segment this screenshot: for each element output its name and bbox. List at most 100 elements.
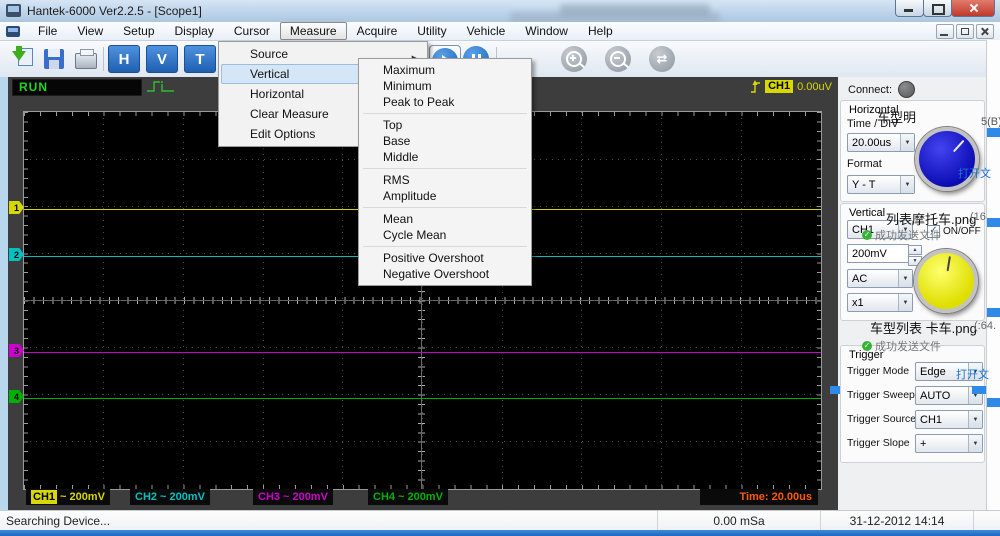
mdi-restore-button[interactable] (956, 24, 974, 39)
channel-readout-ch2[interactable]: CH2~200mV (130, 489, 210, 505)
h-button-label: H (108, 45, 140, 73)
vertical-submenu: MaximumMinimumPeak to Peak TopBaseMiddle R… (358, 58, 532, 286)
run-status: RUN (13, 80, 141, 94)
channel-marker-ch3[interactable]: 3 (9, 344, 24, 357)
channel-marker-ch4[interactable]: 4 (9, 390, 24, 403)
app-icon (6, 4, 21, 17)
menu-item-window[interactable]: Window (515, 22, 578, 40)
grid-line (24, 394, 821, 395)
close-icon (969, 3, 979, 13)
volts-div-stepper[interactable]: 200mV ▲▼ (847, 244, 909, 263)
trace-ch4 (24, 398, 821, 399)
minimize-button[interactable] (895, 0, 924, 17)
background-progress-bar (987, 398, 1000, 407)
mdi-window-controls (936, 24, 994, 39)
coupling-icon: ~ (398, 491, 404, 503)
channel-marker-ch2[interactable]: 2 (9, 248, 24, 261)
trigger-source-select[interactable]: CH1 ▼ (915, 410, 983, 429)
close-button[interactable] (951, 0, 995, 17)
window-title: Hantek-6000 Ver2.2.5 - [Scope1] (27, 4, 202, 18)
background-window-text: ✓成功发送文件 (862, 227, 941, 243)
menu-item-view[interactable]: View (67, 22, 113, 40)
background-window-text: 车型明 (877, 107, 916, 126)
channel-scale: 200mV (69, 491, 104, 503)
mdi-minimize-button[interactable] (936, 24, 954, 39)
channel-marker-ch1[interactable]: 1 (9, 201, 24, 214)
menu-item-file[interactable]: File (28, 22, 67, 40)
trigger-source-label: Trigger Source (847, 413, 916, 425)
submenu-item-rms[interactable]: RMS (359, 172, 531, 188)
horizontal-panel-button[interactable]: H (108, 45, 140, 73)
trigger-slope-select[interactable]: +▼ (915, 434, 983, 453)
chevron-down-icon: ▼ (898, 270, 912, 287)
submenu-item-negative-overshoot[interactable]: Negative Overshoot (359, 266, 531, 282)
background-progress-bar (987, 308, 1000, 317)
trigger-readout: CH1 0.00uV (750, 79, 832, 94)
time-div-select[interactable]: 20.00us▼ (847, 133, 915, 152)
submenu-item-base[interactable]: Base (359, 133, 531, 149)
probe-select[interactable]: x1▼ (847, 293, 913, 312)
menu-item-help[interactable]: Help (578, 22, 623, 40)
menu-item-setup[interactable]: Setup (113, 22, 164, 40)
submenu-item-minimum[interactable]: Minimum (359, 78, 531, 94)
volts-div-knob[interactable] (914, 249, 978, 313)
trigger-panel-button[interactable]: T (184, 45, 216, 73)
menu-item-display[interactable]: Display (165, 22, 224, 40)
maximize-button[interactable] (923, 0, 952, 17)
timebase-readout: Time: 20.00us (700, 489, 818, 505)
coupling-select[interactable]: AC▼ (847, 269, 913, 288)
chevron-down-icon: ▼ (900, 176, 914, 193)
sample-rate: 0.00 mSa (658, 511, 821, 531)
t-button-label: T (184, 45, 216, 73)
background-window-text: (:64. (974, 320, 996, 332)
channel-readout-ch1[interactable]: CH1~200mV (26, 489, 110, 505)
print-button[interactable] (72, 45, 100, 73)
submenu-item-cycle-mean[interactable]: Cycle Mean (359, 227, 531, 243)
coupling-icon: ~ (60, 491, 66, 503)
zoom-in-button[interactable] (560, 45, 588, 73)
menu-bar: FileViewSetupDisplayCursorMeasureAcquire… (0, 22, 1000, 41)
success-check-icon: ✓ (862, 341, 872, 351)
channel-scale: 200mV (292, 491, 327, 503)
chevron-down-icon: ▼ (968, 435, 982, 452)
submenu-item-maximum[interactable]: Maximum (359, 62, 531, 78)
background-window-edge (986, 40, 1000, 530)
menu-item-measure[interactable]: Measure (280, 22, 347, 40)
submenu-item-mean[interactable]: Mean (359, 211, 531, 227)
mdi-close-button[interactable] (976, 24, 994, 39)
zoom-out-button[interactable] (604, 45, 632, 73)
connect-label: Connect: (848, 84, 892, 96)
channel-readout-ch4[interactable]: CH4~200mV (368, 489, 448, 505)
trigger-level-value: 0.00uV (797, 81, 832, 93)
channel-readout-ch3[interactable]: CH3~200mV (253, 489, 333, 505)
refresh-button[interactable]: ⇄ (648, 45, 676, 73)
menu-item-acquire[interactable]: Acquire (347, 22, 408, 40)
save-icon (44, 49, 64, 69)
select-value: CH1 (920, 414, 942, 426)
timebase-knob[interactable] (915, 127, 979, 191)
toolbar-separator (103, 47, 104, 71)
stepper-up-icon[interactable]: ▲ (908, 245, 922, 255)
submenu-item-middle[interactable]: Middle (359, 149, 531, 165)
menu-item-cursor[interactable]: Cursor (224, 22, 280, 40)
taskbar-edge (0, 530, 1000, 536)
maximize-icon (932, 4, 945, 15)
grid-line (24, 441, 821, 442)
load-data-button[interactable] (8, 45, 36, 73)
channel-scale: 200mV (407, 491, 442, 503)
chevron-down-icon: ▼ (968, 411, 982, 428)
menu-item-vehicle[interactable]: Vehicle (457, 22, 516, 40)
save-button[interactable] (40, 45, 68, 73)
channel-name: CH1 (31, 490, 57, 504)
submenu-item-top[interactable]: Top (359, 117, 531, 133)
submenu-item-peak-to-peak[interactable]: Peak to Peak (359, 94, 531, 110)
vertical-panel-button[interactable]: V (146, 45, 178, 73)
menu-item-utility[interactable]: Utility (407, 22, 456, 40)
background-progress-bar (987, 218, 1000, 227)
submenu-item-amplitude[interactable]: Amplitude (359, 188, 531, 204)
blurred-watermark (510, 12, 720, 22)
background-window-text: 打开文 (958, 165, 991, 181)
submenu-item-positive-overshoot[interactable]: Positive Overshoot (359, 250, 531, 266)
format-select[interactable]: Y - T▼ (847, 175, 915, 194)
background-progress-bar (987, 128, 1000, 137)
